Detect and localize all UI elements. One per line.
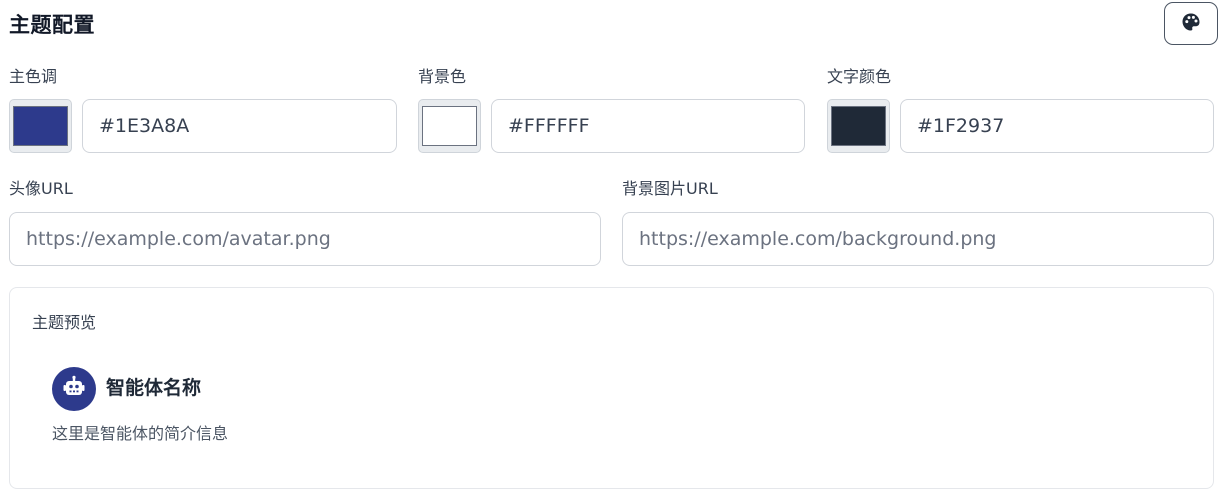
background-image-url-input[interactable] [622, 212, 1214, 266]
primary-color-input[interactable] [82, 99, 397, 153]
preview-title: 主题预览 [32, 313, 97, 332]
background-image-url-label: 背景图片URL [622, 179, 718, 198]
robot-icon [62, 375, 86, 403]
text-color-input[interactable] [900, 99, 1214, 153]
palette-icon [1181, 12, 1201, 36]
background-color-picker[interactable] [418, 99, 481, 153]
text-color-picker[interactable] [827, 99, 890, 153]
theme-preview-card: 主题预览 智能体名称 这里是智能体的简介信息 [9, 287, 1214, 489]
avatar-url-input[interactable] [9, 212, 601, 266]
text-color-label: 文字颜色 [827, 67, 892, 86]
primary-color-label: 主色调 [9, 67, 58, 86]
agent-description: 这里是智能体的简介信息 [52, 424, 229, 443]
text-color-swatch [831, 106, 886, 146]
primary-color-picker[interactable] [9, 99, 72, 153]
primary-color-swatch [13, 106, 68, 146]
agent-avatar [52, 367, 96, 411]
background-color-input[interactable] [491, 99, 805, 153]
page-title: 主题配置 [9, 13, 95, 37]
avatar-url-label: 头像URL [9, 179, 73, 198]
background-color-label: 背景色 [418, 67, 467, 86]
theme-config-panel: 主题配置 主色调 背景色 文字颜色 头像URL 背景图片URL 主题预 [0, 0, 1223, 497]
agent-name: 智能体名称 [106, 377, 202, 399]
palette-button[interactable] [1164, 2, 1218, 45]
background-color-swatch [422, 106, 477, 146]
